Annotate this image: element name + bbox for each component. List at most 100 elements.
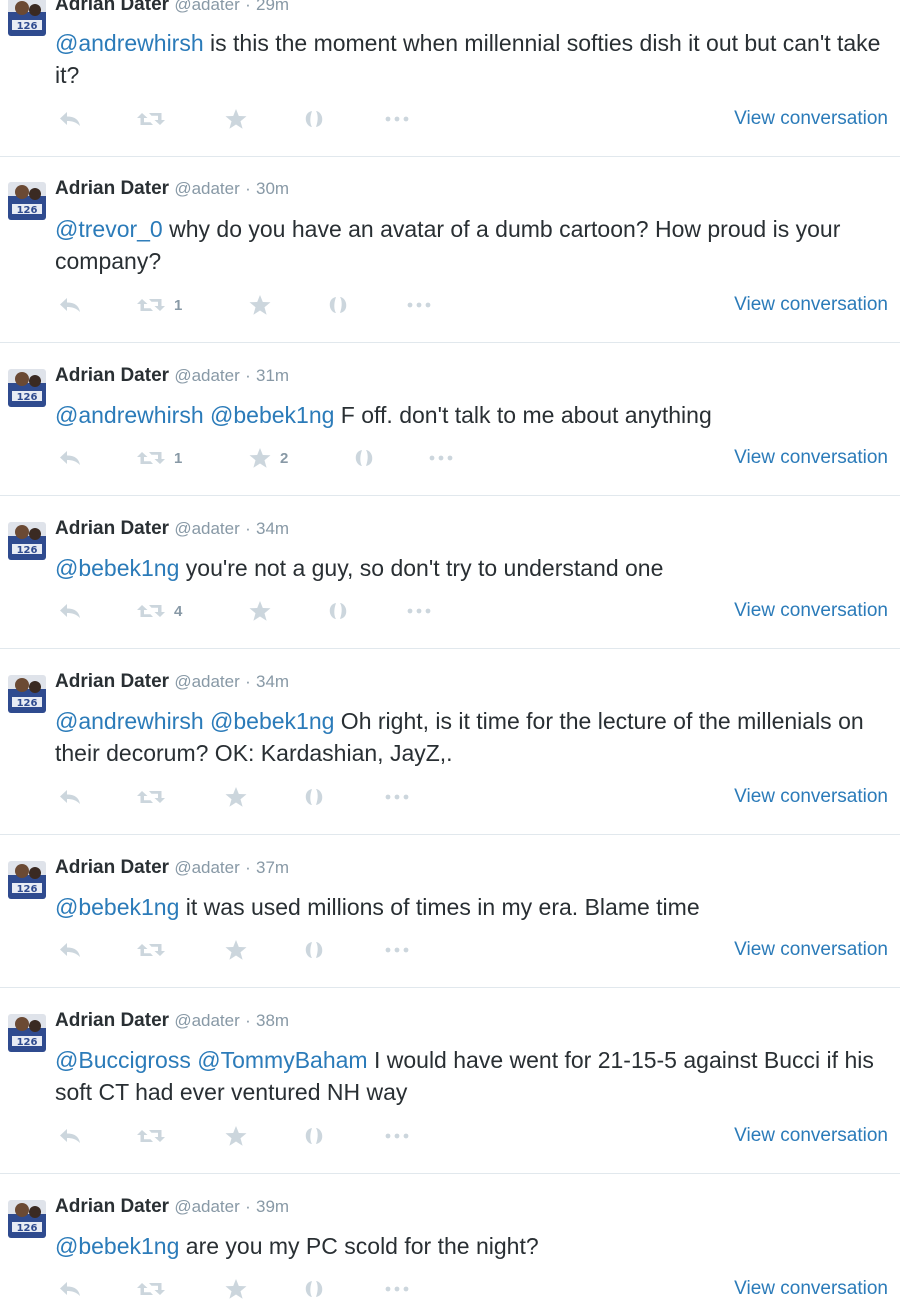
reply-button[interactable] bbox=[58, 443, 82, 473]
more-button[interactable] bbox=[384, 1274, 410, 1304]
star-icon bbox=[248, 600, 272, 622]
retweet-button[interactable] bbox=[136, 1121, 174, 1151]
tweet-timestamp[interactable]: 38m bbox=[256, 1011, 289, 1030]
view-conversation-link[interactable]: View conversation bbox=[734, 1123, 888, 1149]
tweet-timestamp[interactable]: 30m bbox=[256, 179, 289, 198]
more-button[interactable] bbox=[406, 596, 432, 626]
author-handle[interactable]: @adater bbox=[174, 1011, 239, 1030]
avatar[interactable]: 126 bbox=[8, 675, 46, 713]
favorite-button[interactable]: 2 bbox=[248, 443, 288, 473]
avatar[interactable]: 126 bbox=[8, 182, 46, 220]
favorite-button[interactable] bbox=[224, 1121, 256, 1151]
more-button[interactable] bbox=[406, 290, 432, 320]
retweet-button[interactable] bbox=[136, 104, 174, 134]
reply-button[interactable] bbox=[58, 782, 82, 812]
avatar[interactable]: 126 bbox=[8, 861, 46, 899]
stats-button[interactable] bbox=[302, 935, 326, 965]
author-handle[interactable]: @adater bbox=[174, 1197, 239, 1216]
mention-link[interactable]: @trevor_0 bbox=[55, 216, 163, 242]
author-name[interactable]: Adrian Dater bbox=[55, 518, 169, 539]
retweet-button[interactable]: 4 bbox=[136, 596, 182, 626]
mention-link[interactable]: @andrewhirsh bbox=[55, 402, 204, 428]
author-handle[interactable]: @adater bbox=[174, 366, 239, 385]
more-button[interactable] bbox=[428, 443, 454, 473]
reply-button[interactable] bbox=[58, 935, 82, 965]
tweet-text: @bebek1ng you're not a guy, so don't try… bbox=[55, 552, 885, 584]
more-button[interactable] bbox=[384, 935, 410, 965]
mention-link[interactable]: @bebek1ng bbox=[210, 708, 334, 734]
stats-button[interactable] bbox=[302, 782, 326, 812]
reply-icon bbox=[58, 295, 82, 315]
avatar[interactable]: 126 bbox=[8, 369, 46, 407]
view-conversation-link[interactable]: View conversation bbox=[734, 784, 888, 810]
retweet-button[interactable]: 1 bbox=[136, 290, 182, 320]
retweet-button[interactable]: 1 bbox=[136, 443, 182, 473]
view-conversation-link[interactable]: View conversation bbox=[734, 937, 888, 963]
reply-icon bbox=[58, 1279, 82, 1299]
tweet-timestamp[interactable]: 31m bbox=[256, 366, 289, 385]
retweet-button[interactable] bbox=[136, 935, 174, 965]
author-name[interactable]: Adrian Dater bbox=[55, 0, 169, 15]
mention-link[interactable]: @Buccigross bbox=[55, 1047, 191, 1073]
stats-button[interactable] bbox=[302, 1121, 326, 1151]
favorite-button[interactable] bbox=[248, 596, 280, 626]
stats-icon bbox=[326, 600, 350, 622]
tweet-timestamp[interactable]: 34m bbox=[256, 519, 289, 538]
tweet-timestamp[interactable]: 37m bbox=[256, 858, 289, 877]
reply-icon bbox=[58, 601, 82, 621]
mention-link[interactable]: @andrewhirsh bbox=[55, 708, 204, 734]
mention-link[interactable]: @andrewhirsh bbox=[55, 30, 204, 56]
favorite-button[interactable] bbox=[224, 104, 256, 134]
mention-link[interactable]: @bebek1ng bbox=[55, 894, 179, 920]
avatar[interactable]: 126 bbox=[8, 0, 46, 36]
view-conversation-link[interactable]: View conversation bbox=[734, 106, 888, 132]
tweet-timestamp[interactable]: 34m bbox=[256, 672, 289, 691]
stats-button[interactable] bbox=[302, 104, 326, 134]
svg-text:126: 126 bbox=[17, 21, 38, 32]
tweet-timestamp[interactable]: 39m bbox=[256, 1197, 289, 1216]
favorite-button[interactable] bbox=[224, 782, 256, 812]
more-button[interactable] bbox=[384, 782, 410, 812]
author-name[interactable]: Adrian Dater bbox=[55, 365, 169, 386]
stats-button[interactable] bbox=[326, 290, 350, 320]
favorite-button[interactable] bbox=[224, 1274, 256, 1304]
mention-link[interactable]: @bebek1ng bbox=[55, 1233, 179, 1259]
view-conversation-link[interactable]: View conversation bbox=[734, 445, 888, 471]
retweet-button[interactable] bbox=[136, 1274, 174, 1304]
author-name[interactable]: Adrian Dater bbox=[55, 1196, 169, 1217]
view-conversation-link[interactable]: View conversation bbox=[734, 598, 888, 624]
retweet-button[interactable] bbox=[136, 782, 174, 812]
reply-button[interactable] bbox=[58, 1274, 82, 1304]
stats-icon bbox=[326, 294, 350, 316]
mention-link[interactable]: @bebek1ng bbox=[210, 402, 334, 428]
mention-link[interactable]: @bebek1ng bbox=[55, 555, 179, 581]
avatar[interactable]: 126 bbox=[8, 522, 46, 560]
author-handle[interactable]: @adater bbox=[174, 519, 239, 538]
tweet-header: Adrian Dater @adater · 30m bbox=[55, 178, 289, 200]
reply-button[interactable] bbox=[58, 1121, 82, 1151]
author-handle[interactable]: @adater bbox=[174, 179, 239, 198]
more-button[interactable] bbox=[384, 1121, 410, 1151]
favorite-button[interactable] bbox=[224, 935, 256, 965]
author-handle[interactable]: @adater bbox=[174, 858, 239, 877]
author-name[interactable]: Adrian Dater bbox=[55, 178, 169, 199]
author-handle[interactable]: @adater bbox=[174, 672, 239, 691]
author-name[interactable]: Adrian Dater bbox=[55, 1010, 169, 1031]
more-button[interactable] bbox=[384, 104, 410, 134]
reply-button[interactable] bbox=[58, 104, 82, 134]
avatar[interactable]: 126 bbox=[8, 1200, 46, 1238]
author-handle[interactable]: @adater bbox=[174, 0, 239, 14]
favorite-button[interactable] bbox=[248, 290, 280, 320]
stats-button[interactable] bbox=[326, 596, 350, 626]
reply-button[interactable] bbox=[58, 596, 82, 626]
mention-link[interactable]: @TommyBaham bbox=[197, 1047, 367, 1073]
author-name[interactable]: Adrian Dater bbox=[55, 857, 169, 878]
stats-button[interactable] bbox=[302, 1274, 326, 1304]
stats-button[interactable] bbox=[352, 443, 376, 473]
view-conversation-link[interactable]: View conversation bbox=[734, 292, 888, 318]
tweet-timestamp[interactable]: 29m bbox=[256, 0, 289, 14]
author-name[interactable]: Adrian Dater bbox=[55, 671, 169, 692]
reply-button[interactable] bbox=[58, 290, 82, 320]
avatar[interactable]: 126 bbox=[8, 1014, 46, 1052]
view-conversation-link[interactable]: View conversation bbox=[734, 1276, 888, 1302]
